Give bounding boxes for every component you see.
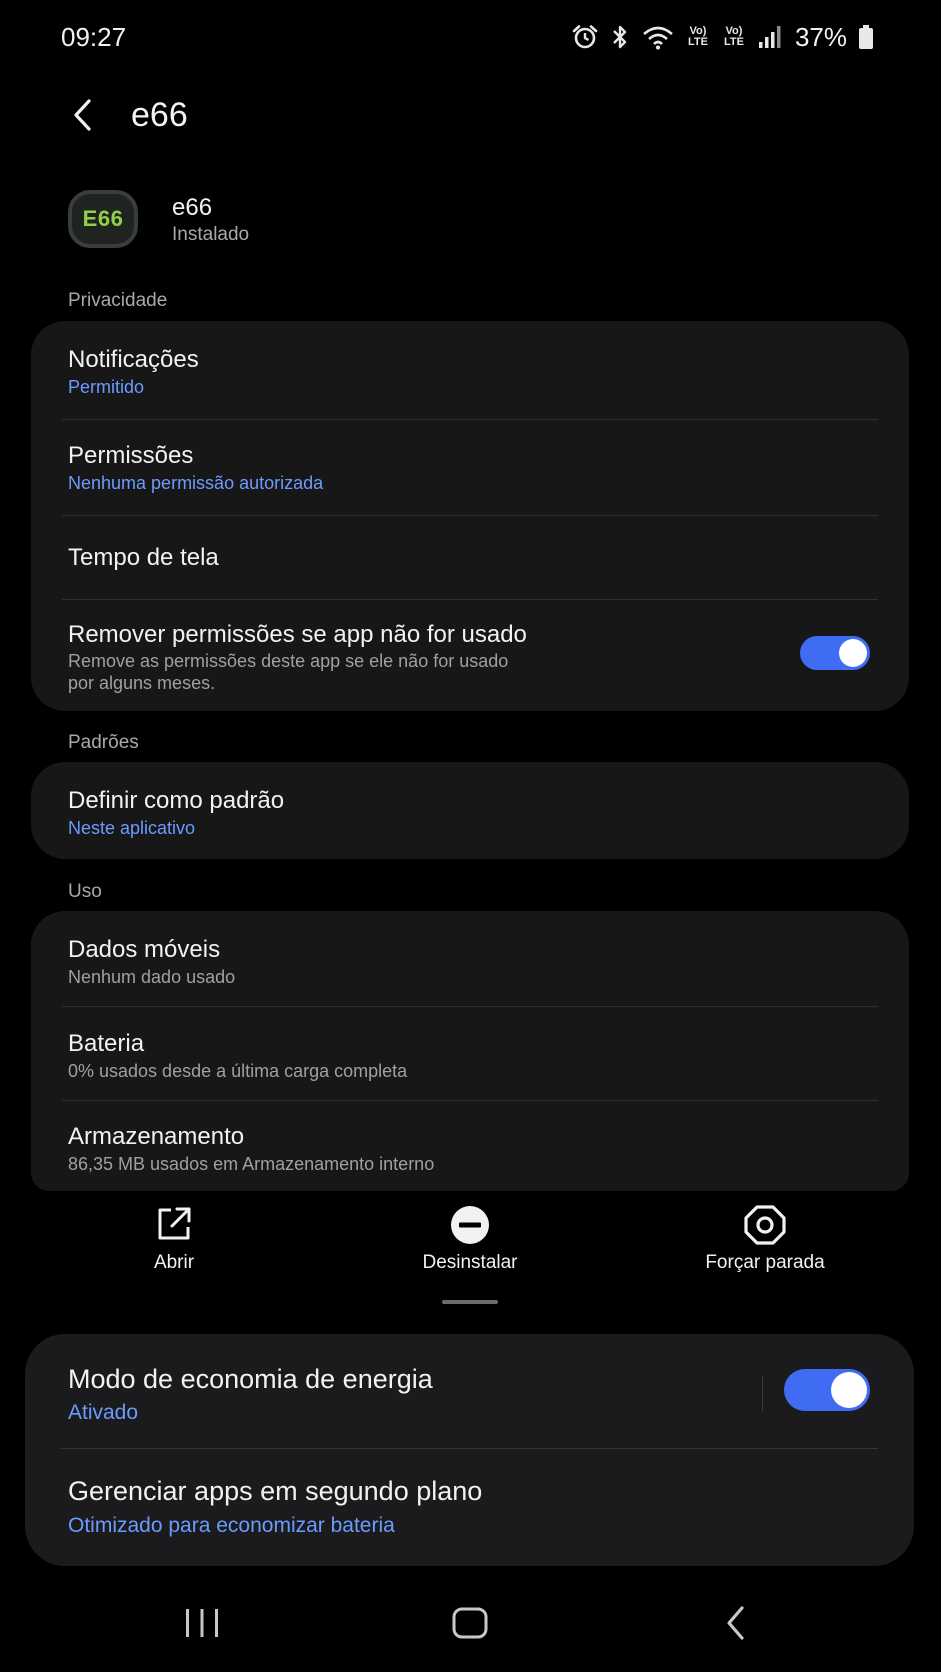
signal-icon	[758, 26, 781, 48]
uninstall-button[interactable]: Desinstalar	[370, 1200, 570, 1280]
volte-icon: Vo) LTE	[685, 26, 711, 48]
row-remove-permissions[interactable]: Remover permissões se app não for usado …	[31, 599, 909, 711]
volte-icon: Vo) LTE	[721, 26, 747, 48]
action-label: Desinstalar	[422, 1252, 518, 1273]
status-bar: 09:27 Vo) LTE Vo) LTE 37%	[0, 0, 941, 76]
volte-text: LTE	[723, 36, 744, 48]
privacy-card: Notificações Permitido Permissões Nenhum…	[31, 321, 909, 711]
toggle-knob	[831, 1372, 867, 1408]
toggle-knob	[839, 639, 867, 667]
row-title: Permissões	[68, 442, 194, 469]
row-subtitle: 0% usados desde a última carga completa	[68, 1061, 408, 1081]
wifi-icon	[643, 26, 673, 50]
row-title: Armazenamento	[68, 1123, 245, 1150]
row-subtitle: Remove as permissões deste app se ele nã…	[68, 651, 509, 671]
row-mobile-data[interactable]: Dados móveis Nenhum dado usado	[31, 911, 909, 1006]
open-button[interactable]: Abrir	[74, 1200, 274, 1280]
vertical-separator	[762, 1376, 763, 1412]
open-external-icon	[158, 1207, 191, 1240]
row-notifications[interactable]: Notificações Permitido	[31, 321, 909, 419]
force-stop-button[interactable]: Forçar parada	[665, 1200, 865, 1280]
row-screen-time[interactable]: Tempo de tela	[31, 515, 909, 599]
app-info: E66 e66 Instalado	[0, 184, 941, 274]
defaults-card: Definir como padrão Neste aplicativo	[31, 762, 909, 859]
back-button[interactable]	[60, 92, 106, 138]
row-title: Gerenciar apps em segundo plano	[68, 1476, 483, 1506]
row-title: Notificações	[68, 346, 199, 373]
row-subtitle: Otimizado para economizar bateria	[68, 1514, 395, 1537]
row-background-apps[interactable]: Gerenciar apps em segundo plano Otimizad…	[25, 1448, 914, 1566]
usage-card: Dados móveis Nenhum dado usado Bateria 0…	[31, 911, 909, 1191]
row-title: Bateria	[68, 1030, 145, 1057]
battery-percent: 37%	[794, 21, 847, 52]
battery-sheet: Modo de economia de energia Ativado Gere…	[25, 1334, 914, 1566]
navigation-bar	[0, 1580, 941, 1672]
section-label-defaults: Padrões	[68, 732, 139, 753]
uninstall-icon	[451, 1206, 489, 1244]
battery-icon	[859, 25, 873, 49]
row-subtitle: Nenhum dado usado	[68, 967, 236, 987]
nav-back-button[interactable]	[706, 1598, 766, 1648]
bluetooth-icon	[613, 25, 627, 49]
status-time: 09:27	[61, 22, 127, 52]
force-stop-icon	[744, 1205, 786, 1245]
recent-apps-button[interactable]	[172, 1598, 232, 1648]
alarm-icon	[572, 25, 598, 49]
row-subtitle: Permitido	[68, 377, 145, 397]
row-power-saving[interactable]: Modo de economia de energia Ativado	[25, 1334, 914, 1448]
row-title: Modo de economia de energia	[68, 1364, 433, 1394]
app-name: e66	[172, 194, 213, 221]
row-subtitle: Nenhuma permissão autorizada	[68, 473, 324, 493]
home-icon	[452, 1607, 488, 1639]
row-storage[interactable]: Armazenamento 86,35 MB usados em Armazen…	[31, 1100, 909, 1191]
row-subtitle: 86,35 MB usados em Armazenamento interno	[68, 1154, 435, 1174]
section-label-privacy: Privacidade	[68, 290, 168, 311]
chevron-left-icon	[74, 99, 91, 131]
volte-text: LTE	[687, 36, 708, 48]
row-subtitle: Neste aplicativo	[68, 818, 196, 838]
home-button[interactable]	[440, 1598, 500, 1648]
row-subtitle: por alguns meses.	[68, 673, 216, 693]
page-title: e66	[131, 96, 188, 134]
power-saving-toggle[interactable]	[784, 1369, 870, 1411]
recent-apps-icon	[186, 1609, 218, 1637]
action-bar: Abrir Desinstalar Forçar parada	[0, 1200, 941, 1290]
sheet-drag-handle[interactable]	[442, 1300, 498, 1304]
app-icon: E66	[68, 190, 138, 248]
action-label: Abrir	[153, 1252, 195, 1273]
row-subtitle: Ativado	[68, 1401, 139, 1424]
row-battery[interactable]: Bateria 0% usados desde a última carga c…	[31, 1006, 909, 1100]
remove-permissions-toggle[interactable]	[800, 636, 870, 670]
row-title: Remover permissões se app não for usado	[68, 621, 527, 648]
app-icon-label: E66	[82, 206, 124, 231]
row-title: Tempo de tela	[68, 544, 219, 571]
status-icons: Vo) LTE Vo) LTE 37%	[571, 20, 875, 54]
section-label-usage: Uso	[68, 881, 102, 902]
app-status: Instalado	[172, 224, 250, 245]
action-label: Forçar parada	[705, 1252, 825, 1273]
header: e66	[0, 80, 941, 150]
app-info-screen: 09:27 Vo) LTE Vo) LTE 37% e66 E66 e66 In…	[0, 0, 941, 1672]
row-title: Definir como padrão	[68, 787, 285, 814]
row-permissions[interactable]: Permissões Nenhuma permissão autorizada	[31, 419, 909, 515]
row-title: Dados móveis	[68, 936, 221, 963]
back-icon	[727, 1606, 744, 1640]
row-set-default[interactable]: Definir como padrão Neste aplicativo	[31, 762, 909, 859]
